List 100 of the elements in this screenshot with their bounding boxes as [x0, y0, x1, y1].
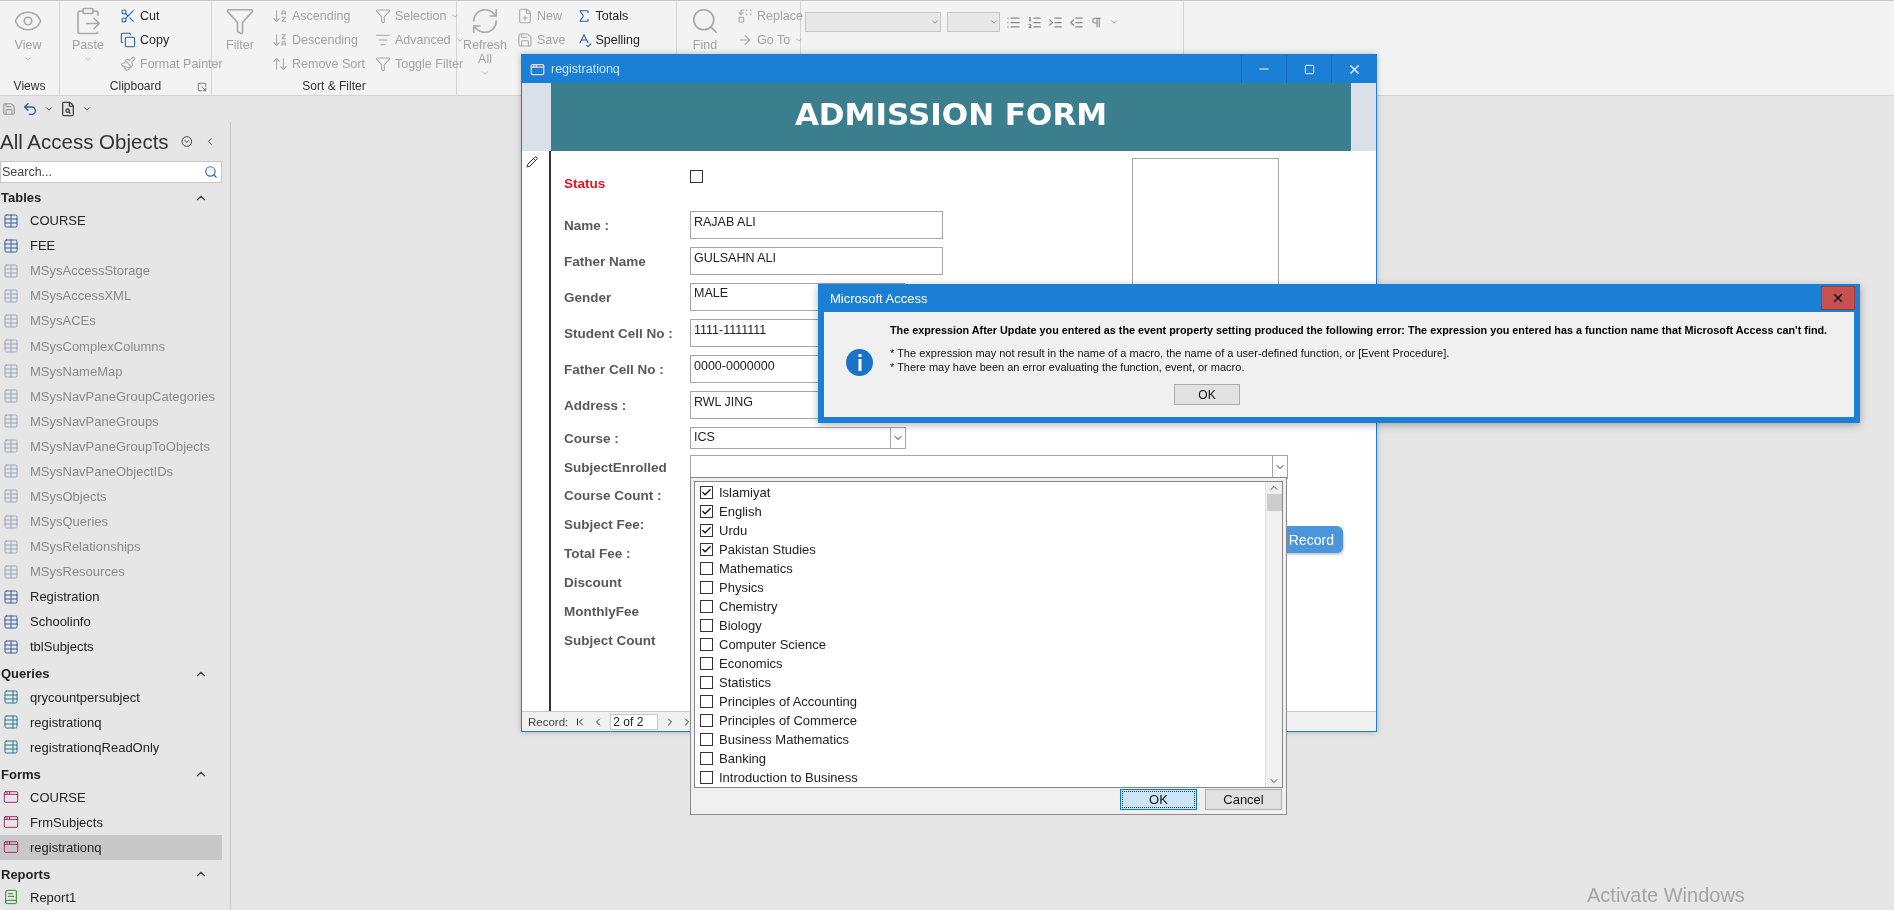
search-icon[interactable]	[204, 165, 218, 180]
subject-option[interactable]: Computer Science	[719, 637, 826, 652]
print-preview-icon[interactable]	[60, 101, 76, 117]
menu-caret-icon[interactable]	[180, 134, 193, 150]
checkbox[interactable]	[690, 169, 703, 183]
field-label: Total Fee :	[564, 546, 632, 561]
indent-increase-icon[interactable]	[1048, 14, 1063, 30]
nav-item[interactable]: registrationq	[0, 834, 222, 860]
subject-option[interactable]: Principles of Accounting	[719, 694, 858, 709]
checkbox[interactable]	[700, 562, 713, 575]
table-icon	[3, 388, 19, 405]
text-field[interactable]: GULSAHN ALI	[690, 247, 943, 275]
checkbox[interactable]	[700, 638, 713, 651]
subject-option[interactable]: Mathematics	[719, 561, 793, 576]
table-icon	[3, 262, 19, 279]
checkbox[interactable]	[700, 600, 713, 613]
checkbox[interactable]	[700, 524, 713, 537]
funnel-icon	[225, 6, 255, 36]
checkbox[interactable]	[700, 714, 713, 727]
dialog-launcher-icon[interactable]	[197, 82, 207, 92]
checkbox[interactable]	[700, 771, 713, 784]
paragraph-icon[interactable]	[1090, 15, 1103, 29]
close-button[interactable]	[1821, 286, 1855, 310]
nav-item[interactable]: Report1	[0, 884, 222, 910]
dropdown-field[interactable]	[690, 455, 1288, 479]
record-position-field[interactable]: 2 of 2	[610, 713, 659, 730]
nav-item[interactable]: COURSE	[0, 208, 222, 234]
nav-item[interactable]: FrmSubjects	[0, 809, 222, 835]
indent-decrease-icon[interactable]	[1069, 14, 1084, 30]
checkbox[interactable]	[700, 619, 713, 632]
table-icon	[3, 488, 19, 505]
subject-option[interactable]: Business Mathematics	[719, 732, 850, 747]
caret-icon	[930, 17, 940, 27]
field-label: MonthlyFee	[564, 604, 640, 619]
checkbox[interactable]	[700, 676, 713, 689]
checkbox[interactable]	[700, 657, 713, 670]
checkbox[interactable]	[700, 543, 713, 556]
ok-button[interactable]: OK	[1174, 384, 1240, 405]
checkbox[interactable]	[700, 581, 713, 594]
subject-option[interactable]: Banking	[719, 751, 766, 766]
copy-icon	[120, 31, 136, 48]
table-icon	[3, 638, 19, 655]
subject-option[interactable]: Principles of Commerce	[719, 713, 857, 728]
search-field[interactable]: Search...	[0, 161, 222, 184]
checkbox[interactable]	[700, 733, 713, 746]
nav-group-header[interactable]: Queries	[0, 663, 222, 685]
table-icon	[3, 338, 19, 354]
nav-item[interactable]: tblSubjects	[0, 634, 222, 660]
scrollbar-thumb[interactable]	[1266, 494, 1282, 511]
dropdown-field[interactable]: ICS	[690, 427, 906, 449]
bullet-list-icon[interactable]	[1006, 14, 1021, 30]
subject-option[interactable]: Economics	[719, 656, 783, 671]
caret-icon	[23, 54, 33, 64]
group-label: Views	[13, 78, 46, 94]
nav-item[interactable]: qrycountpersubject	[0, 684, 222, 710]
caret-icon	[83, 54, 93, 64]
nav-item[interactable]: FEE	[0, 233, 222, 259]
caret-icon	[480, 68, 490, 78]
nav-item[interactable]: COURSE	[0, 784, 222, 810]
table-icon	[3, 438, 19, 455]
ribbon-button[interactable]: Totals	[573, 4, 642, 27]
cancel-button[interactable]: Cancel	[1205, 789, 1282, 810]
nav-item[interactable]: registrationqReadOnly	[0, 734, 222, 760]
subject-option[interactable]: Introduction to Business	[719, 770, 858, 785]
table-icon	[3, 287, 19, 304]
subject-option[interactable]: Biology	[719, 618, 762, 633]
nav-item[interactable]: registrationq	[0, 709, 222, 735]
checkmark-icon	[701, 506, 712, 517]
table-icon	[3, 613, 19, 630]
table-icon	[3, 212, 19, 229]
form-icon	[3, 814, 19, 831]
subject-option[interactable]: Physics	[719, 580, 764, 595]
checkbox[interactable]	[700, 505, 713, 518]
subject-option[interactable]: Urdu	[719, 523, 748, 538]
customize-icon[interactable]	[82, 104, 92, 114]
subject-option[interactable]: English	[719, 504, 762, 519]
checkbox[interactable]	[700, 486, 713, 499]
nav-group-header[interactable]: Reports	[0, 863, 222, 885]
table-icon	[3, 463, 19, 480]
subject-option[interactable]: Chemistry	[719, 599, 778, 614]
numbered-list-icon[interactable]	[1027, 14, 1042, 30]
ok-button[interactable]: OK	[1120, 789, 1197, 810]
checkbox[interactable]	[700, 695, 713, 708]
subject-option[interactable]: Pakistan Studies	[719, 542, 816, 557]
nav-group-header[interactable]: Tables	[0, 187, 222, 209]
caret-icon[interactable]	[44, 104, 54, 114]
subject-option[interactable]: Islamiyat	[719, 485, 771, 500]
save-icon[interactable]	[2, 102, 16, 116]
undo-icon[interactable]	[22, 101, 38, 117]
field-label: Address :	[564, 397, 628, 413]
nav-item[interactable]: Schoolinfo	[0, 609, 222, 635]
nav-item[interactable]: Registration	[0, 584, 222, 610]
table-icon	[3, 538, 19, 555]
scrollbar[interactable]	[1265, 482, 1282, 787]
ribbon-button[interactable]: Spelling	[573, 28, 642, 51]
subject-option[interactable]: Statistics	[719, 675, 771, 690]
form-icon	[3, 789, 19, 806]
nav-group-header[interactable]: Forms	[0, 763, 222, 785]
text-field[interactable]: RAJAB ALI	[690, 211, 943, 239]
checkbox[interactable]	[700, 752, 713, 765]
